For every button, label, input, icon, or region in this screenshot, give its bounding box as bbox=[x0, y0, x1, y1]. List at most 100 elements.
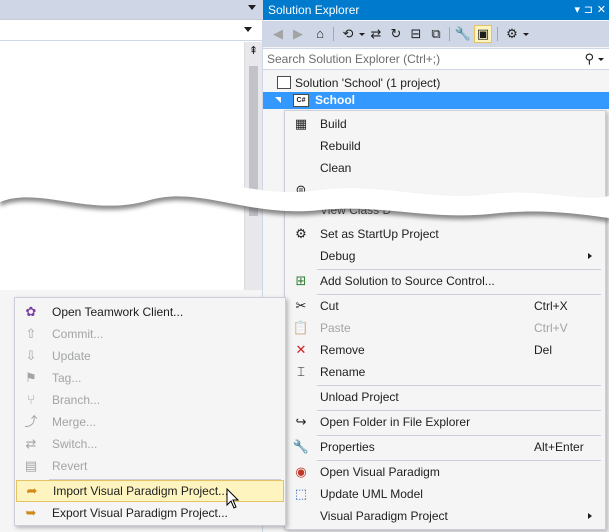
visual-paradigm-submenu: ✿ Open Teamwork Client... ⇧ Commit... ⇩ … bbox=[14, 297, 286, 526]
menu-item-label: Switch... bbox=[52, 437, 98, 451]
menu-item-label: Tag... bbox=[52, 371, 82, 385]
shortcut-label: Alt+Enter bbox=[534, 440, 584, 454]
project-label: School bbox=[315, 93, 356, 107]
revert-icon: ▤ bbox=[24, 458, 38, 473]
remove-icon: ✕ bbox=[295, 342, 307, 357]
menu-item-label: Rebuild bbox=[320, 139, 361, 153]
menu-item-label: Update bbox=[52, 349, 91, 363]
menu-item-unload-project[interactable]: Unload Project bbox=[286, 386, 604, 408]
toolbar-separator bbox=[333, 27, 334, 41]
menu-item-label: Open Visual Paradigm bbox=[320, 465, 440, 479]
menu-item-label: Properties bbox=[320, 440, 375, 454]
project-node-school[interactable]: C# School bbox=[263, 92, 609, 109]
menu-item-debug[interactable]: Debug bbox=[286, 245, 604, 267]
open-folder-icon: ↪ bbox=[295, 414, 307, 429]
menu-item-branch[interactable]: ⑂ Branch... bbox=[16, 389, 284, 411]
search-icon[interactable]: ⚲ bbox=[584, 51, 594, 67]
history-dropdown-icon[interactable] bbox=[359, 33, 365, 36]
menu-item-label: Update UML Model bbox=[320, 487, 423, 501]
wrench-icon: 🔧 bbox=[292, 439, 310, 454]
teamwork-icon: ✿ bbox=[25, 304, 37, 319]
add-source-control-icon: ⊞ bbox=[295, 273, 307, 288]
history-icon[interactable]: ⟲ bbox=[339, 25, 357, 43]
scope-dropdown-icon[interactable] bbox=[523, 33, 529, 36]
toolbar-separator bbox=[497, 27, 498, 41]
visual-paradigm-icon: ◉ bbox=[295, 464, 307, 479]
update-uml-icon: ⬚ bbox=[294, 486, 308, 501]
csharp-project-icon: C# bbox=[293, 94, 309, 107]
pin-icon[interactable]: ⊐ bbox=[584, 0, 593, 20]
torn-page-divider bbox=[0, 178, 609, 222]
sync-icon[interactable]: ⇄ bbox=[367, 25, 385, 43]
solution-explorer-toolbar: ◀ ▶ ⌂ ⟲ ⇄ ↻ ⊟ ⧉ 🔧 ▣ ⚙ bbox=[263, 21, 609, 47]
menu-item-add-source-control[interactable]: ⊞ Add Solution to Source Control... bbox=[286, 270, 604, 292]
submenu-arrow-icon bbox=[588, 513, 592, 519]
close-icon[interactable]: ✕ bbox=[597, 0, 606, 20]
menu-item-label: Rename bbox=[320, 365, 366, 379]
commit-icon: ⇧ bbox=[25, 326, 37, 341]
menu-item-label: Open Folder in File Explorer bbox=[320, 415, 471, 429]
menu-item-label: Branch... bbox=[52, 393, 101, 407]
search-bar: ⚲ bbox=[263, 48, 609, 70]
import-icon: ➦ bbox=[26, 483, 38, 498]
menu-item-tag[interactable]: ⚑ Tag... bbox=[16, 367, 284, 389]
menu-item-visual-paradigm-project[interactable]: Visual Paradigm Project bbox=[286, 505, 604, 527]
home-icon[interactable]: ⌂ bbox=[311, 25, 329, 43]
menu-item-commit[interactable]: ⇧ Commit... bbox=[16, 323, 284, 345]
build-icon: ▦ bbox=[294, 116, 308, 131]
menu-item-update-uml-model[interactable]: ⬚ Update UML Model bbox=[286, 483, 604, 505]
menu-item-label: Open Teamwork Client... bbox=[52, 305, 184, 319]
menu-item-properties[interactable]: 🔧 Properties Alt+Enter bbox=[286, 436, 604, 458]
show-all-files-icon[interactable]: ⧉ bbox=[427, 25, 445, 43]
wrench-icon[interactable]: 🔧 bbox=[454, 25, 472, 43]
back-icon[interactable]: ◀ bbox=[269, 25, 287, 43]
chevron-down-icon[interactable] bbox=[244, 27, 252, 32]
menu-item-rename[interactable]: ⌶ Rename bbox=[286, 361, 604, 383]
solution-explorer-title-bar: Solution Explorer ▾ ⊐ ✕ bbox=[263, 0, 609, 20]
menu-item-paste[interactable]: 📋 Paste Ctrl+V bbox=[286, 317, 604, 339]
menu-item-label: Remove bbox=[320, 343, 365, 357]
collapse-all-icon[interactable]: ⊟ bbox=[407, 25, 425, 43]
menu-item-build[interactable]: ▦ Build bbox=[286, 113, 604, 135]
window-position-dropdown-icon[interactable]: ▾ bbox=[574, 0, 580, 20]
menu-item-rebuild[interactable]: Rebuild bbox=[286, 135, 604, 157]
menu-item-revert[interactable]: ▤ Revert bbox=[16, 455, 284, 477]
solution-icon bbox=[277, 76, 291, 89]
menu-item-cut[interactable]: ✂ Cut Ctrl+X bbox=[286, 295, 604, 317]
menu-item-open-visual-paradigm[interactable]: ◉ Open Visual Paradigm bbox=[286, 461, 604, 483]
menu-item-open-teamwork-client[interactable]: ✿ Open Teamwork Client... bbox=[16, 301, 284, 323]
refresh-icon[interactable]: ↻ bbox=[387, 25, 405, 43]
preview-icon[interactable]: ▣ bbox=[474, 25, 492, 43]
shortcut-label: Ctrl+V bbox=[534, 321, 568, 335]
menu-item-label: Commit... bbox=[52, 327, 104, 341]
scope-icon[interactable]: ⚙ bbox=[503, 25, 521, 43]
menu-item-export-visual-paradigm-project[interactable]: ➥ Export Visual Paradigm Project... bbox=[16, 502, 284, 524]
solution-node[interactable]: Solution 'School' (1 project) bbox=[277, 75, 440, 92]
menu-item-open-folder[interactable]: ↪ Open Folder in File Explorer bbox=[286, 411, 604, 433]
menu-item-import-visual-paradigm-project[interactable]: ➦ Import Visual Paradigm Project... bbox=[16, 480, 284, 502]
paste-icon: 📋 bbox=[292, 320, 310, 335]
toolbar-separator bbox=[449, 27, 450, 41]
menu-item-switch[interactable]: ⇄ Switch... bbox=[16, 433, 284, 455]
export-icon: ➥ bbox=[25, 505, 37, 520]
menu-item-merge[interactable]: ⤴ Merge... bbox=[16, 411, 284, 433]
panel-title: Solution Explorer bbox=[268, 3, 360, 17]
navigation-bar[interactable] bbox=[0, 20, 262, 41]
menu-item-label: Merge... bbox=[52, 415, 97, 429]
tab-dropdown-icon[interactable] bbox=[248, 5, 256, 10]
search-options-dropdown-icon[interactable] bbox=[598, 58, 604, 61]
scissors-icon: ✂ bbox=[295, 298, 307, 313]
splitter-icon[interactable]: ⇞ bbox=[248, 46, 259, 57]
expand-triangle-icon[interactable] bbox=[275, 97, 281, 103]
tag-icon: ⚑ bbox=[25, 370, 37, 385]
menu-item-remove[interactable]: ✕ Remove Del bbox=[286, 339, 604, 361]
mouse-cursor-icon bbox=[226, 488, 240, 509]
rename-icon: ⌶ bbox=[297, 364, 305, 379]
search-input[interactable] bbox=[267, 51, 567, 67]
merge-icon: ⤴ bbox=[24, 414, 38, 429]
branch-icon: ⑂ bbox=[27, 392, 35, 407]
menu-item-update[interactable]: ⇩ Update bbox=[16, 345, 284, 367]
solution-label: Solution 'School' (1 project) bbox=[295, 76, 441, 90]
forward-icon[interactable]: ▶ bbox=[289, 25, 307, 43]
menu-item-label: Paste bbox=[320, 321, 351, 335]
